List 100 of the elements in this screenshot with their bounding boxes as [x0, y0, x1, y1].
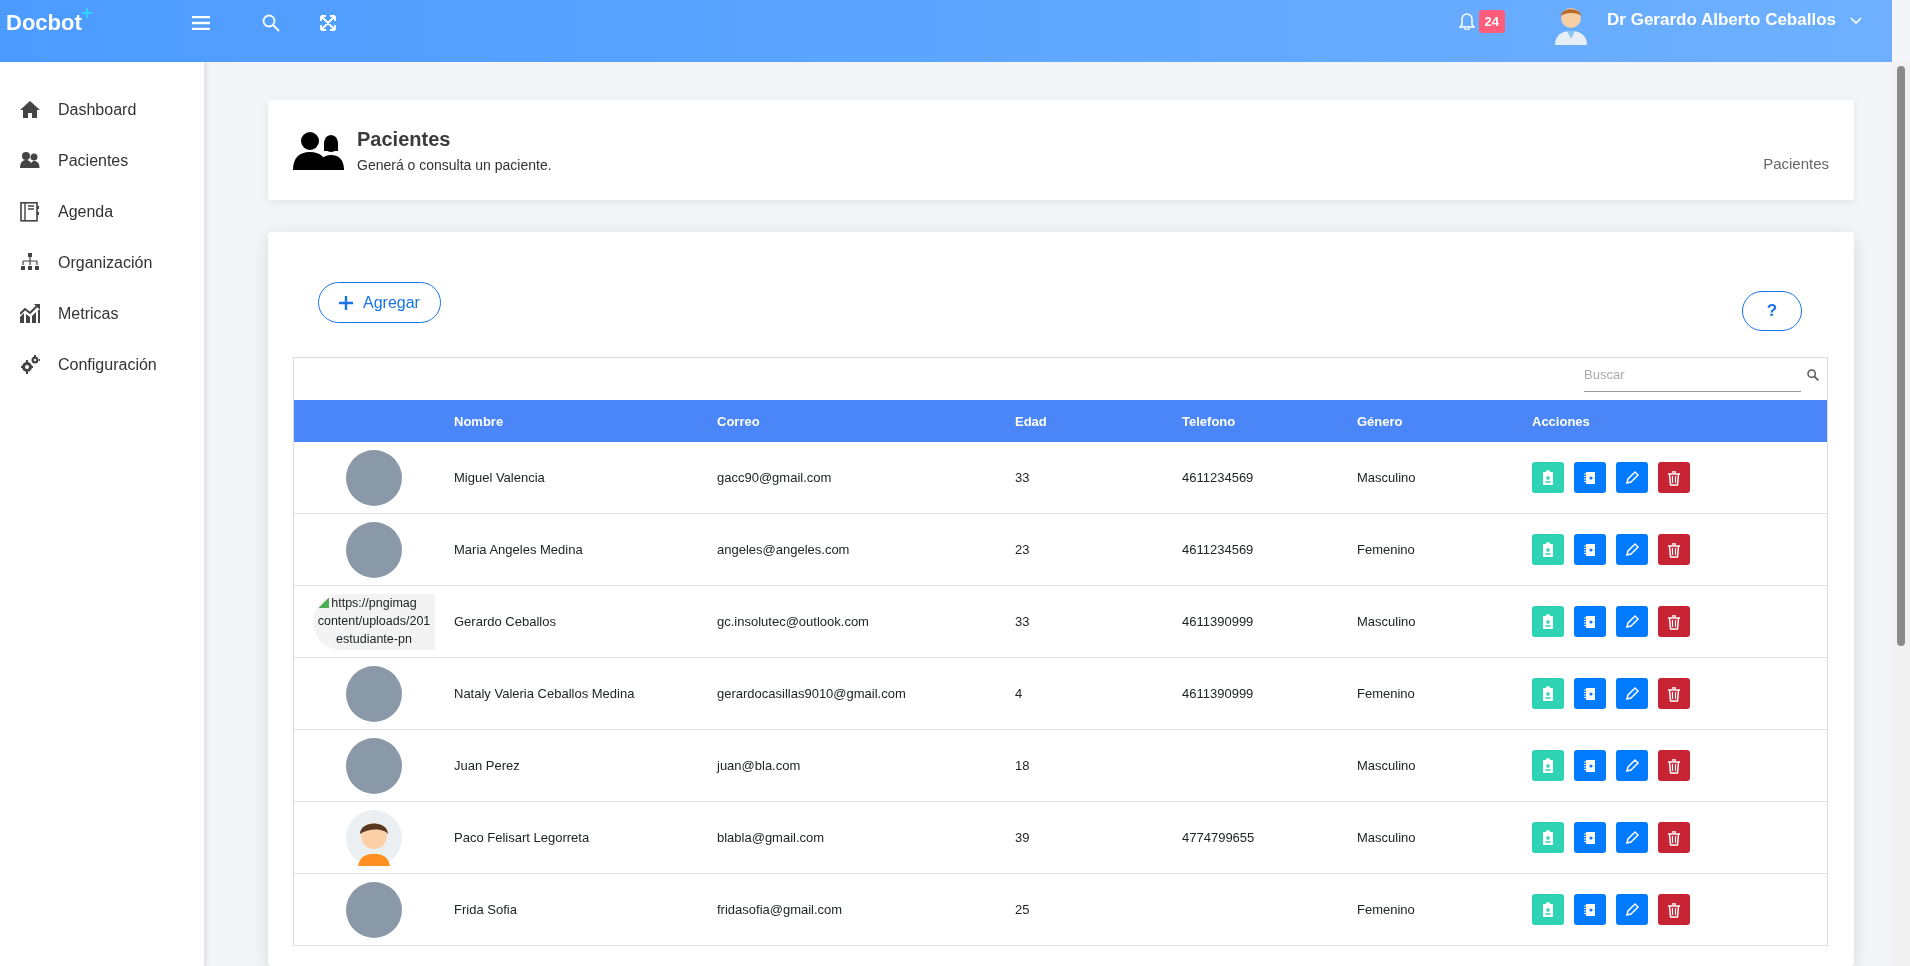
gears-icon — [20, 354, 40, 375]
search-icon[interactable] — [262, 14, 280, 32]
table-cell-text: fridasofia@gmail.com — [717, 902, 844, 917]
page-subtitle: Generá o consulta un paciente. — [357, 156, 553, 173]
edit-button[interactable] — [1616, 822, 1648, 853]
delete-button[interactable] — [1658, 750, 1690, 781]
help-button[interactable]: ? — [1742, 291, 1802, 331]
chart-icon — [20, 303, 40, 324]
plus-icon — [81, 8, 92, 18]
delete-button[interactable] — [1658, 462, 1690, 493]
edit-button[interactable] — [1616, 894, 1648, 925]
table-cell-text: Masculino — [1357, 470, 1417, 485]
sidebar-item[interactable]: Metricas — [0, 288, 204, 339]
table-cell-text: Nataly Valeria Ceballos Medina — [454, 686, 636, 701]
notes-button[interactable] — [1574, 678, 1606, 709]
column-header: Nombre — [454, 413, 505, 429]
notes-button[interactable] — [1574, 462, 1606, 493]
table-cell-text: 33 — [1015, 614, 1031, 629]
trash-icon — [1666, 829, 1682, 846]
delete-button[interactable] — [1658, 534, 1690, 565]
pencil-icon — [1624, 829, 1640, 846]
notebook-icon — [1582, 757, 1598, 774]
edit-button[interactable] — [1616, 534, 1648, 565]
search-field[interactable]: Buscar — [1584, 358, 1801, 392]
trash-icon — [1666, 613, 1682, 630]
table-cell-text: 4611390999 — [1182, 686, 1255, 701]
table-cell-text: Juan Perez — [454, 758, 521, 773]
delete-button[interactable] — [1658, 894, 1690, 925]
broken-image: https://pngimag content/uploads/201 estudiante-pn — [313, 593, 435, 650]
add-button[interactable]: Agregar — [318, 282, 441, 323]
trash-icon — [1666, 469, 1682, 486]
trash-icon — [1666, 541, 1682, 558]
notebook-icon — [1582, 541, 1598, 558]
page-title: Pacientes — [357, 127, 452, 151]
table-cell-text: Maria Angeles Medina — [454, 542, 584, 557]
boy-avatar-icon — [346, 809, 402, 866]
sitemap-icon — [20, 252, 40, 273]
clipboard-icon — [1540, 469, 1556, 486]
edit-button[interactable] — [1616, 462, 1648, 493]
clipboard-icon — [1540, 901, 1556, 918]
search-icon — [1807, 369, 1819, 381]
clipboard-icon — [1540, 685, 1556, 702]
table-cell-text: 33 — [1015, 470, 1031, 485]
table-cell-text: Gerardo Ceballos — [454, 614, 557, 629]
users-icon — [20, 150, 40, 171]
trash-icon — [1666, 685, 1682, 702]
table-cell-text: gacc90@gmail.com — [717, 470, 833, 485]
trash-icon — [1666, 901, 1682, 918]
clipboard-icon — [1540, 757, 1556, 774]
edit-button[interactable] — [1616, 750, 1648, 781]
notebook-icon — [1582, 613, 1598, 630]
sidebar-item[interactable]: Pacientes — [0, 135, 204, 186]
clipboard-icon — [1540, 541, 1556, 558]
delete-button[interactable] — [1658, 606, 1690, 637]
users-icon — [293, 130, 345, 170]
sidebar-item[interactable]: Configuración — [0, 339, 204, 390]
column-header: Telefono — [1182, 413, 1237, 429]
notes-button[interactable] — [1574, 822, 1606, 853]
breadcrumb[interactable]: Pacientes — [1763, 155, 1829, 172]
menu-icon[interactable] — [192, 16, 210, 30]
table-cell-text: 25 — [1015, 902, 1031, 917]
notes-button[interactable] — [1574, 606, 1606, 637]
sidebar-item[interactable]: Dashboard — [0, 84, 204, 135]
table-cell-text: Frida Sofia — [454, 902, 518, 917]
notes-button[interactable] — [1574, 750, 1606, 781]
edit-button[interactable] — [1616, 678, 1648, 709]
table-cell-text: gc.insolutec@outlook.com — [717, 614, 870, 629]
delete-button[interactable] — [1658, 822, 1690, 853]
expand-icon[interactable] — [320, 15, 336, 31]
table-cell-text: angeles@angeles.com — [717, 542, 851, 557]
column-header: Edad — [1015, 413, 1048, 429]
table-cell-text: Femenino — [1357, 542, 1416, 557]
pencil-icon — [1624, 901, 1640, 918]
table-cell-text: blabla@gmail.com — [717, 830, 826, 845]
notification-count: 24 — [1478, 9, 1506, 33]
broken-image-icon — [319, 597, 329, 608]
table-cell-text: 23 — [1015, 542, 1031, 557]
table-cell-text: Masculino — [1357, 614, 1417, 629]
table-cell-text: 4611234569 — [1182, 542, 1255, 557]
trash-icon — [1666, 757, 1682, 774]
pencil-icon — [1624, 685, 1640, 702]
chevron-down-icon[interactable] — [1850, 17, 1862, 25]
delete-button[interactable] — [1658, 678, 1690, 709]
column-header: Acciones — [1532, 413, 1591, 429]
notes-button[interactable] — [1574, 534, 1606, 565]
edit-button[interactable] — [1616, 606, 1648, 637]
notebook-icon — [1582, 901, 1598, 918]
bell-icon[interactable] — [1458, 12, 1475, 30]
pencil-icon — [1624, 613, 1640, 630]
table-cell-text: Masculino — [1357, 830, 1417, 845]
notes-button[interactable] — [1574, 894, 1606, 925]
pencil-icon — [1624, 757, 1640, 774]
sidebar-item[interactable]: Agenda — [0, 186, 204, 237]
scrollbar[interactable] — [1892, 62, 1910, 966]
notebook-icon — [1582, 829, 1598, 846]
sidebar-item[interactable]: Organización — [0, 237, 204, 288]
notebook-icon — [20, 201, 40, 222]
column-header: Correo — [717, 413, 761, 429]
table-cell-text: juan@bla.com — [717, 758, 802, 773]
table-cell-text: 4 — [1015, 686, 1024, 701]
